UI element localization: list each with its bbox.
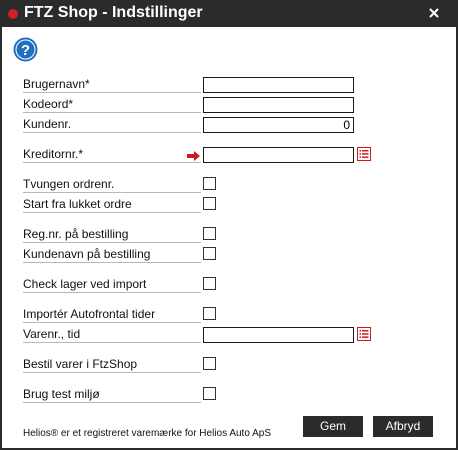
customer-no-label: Kundenr. — [23, 117, 201, 133]
item-time-field[interactable] — [203, 327, 354, 343]
check-stock-checkbox[interactable] — [203, 277, 216, 290]
order-ftzshop-checkbox[interactable] — [203, 357, 216, 370]
list-icon[interactable] — [357, 327, 371, 341]
save-button[interactable]: Gem — [303, 416, 363, 437]
list-icon[interactable] — [357, 147, 371, 161]
window-title: FTZ Shop - Indstillinger — [24, 4, 203, 21]
import-autofrontal-checkbox[interactable] — [203, 307, 216, 320]
help-icon[interactable]: ? — [13, 37, 38, 62]
customer-name-label: Kundenavn på bestilling — [23, 247, 201, 263]
start-closed-label: Start fra lukket ordre — [23, 197, 201, 213]
test-env-checkbox[interactable] — [203, 387, 216, 400]
password-field[interactable] — [203, 97, 354, 113]
reg-no-checkbox[interactable] — [203, 227, 216, 240]
customer-name-checkbox[interactable] — [203, 247, 216, 260]
username-field[interactable] — [203, 77, 354, 93]
trademark-text: Helios® er et registreret varemærke for … — [23, 428, 272, 439]
close-icon[interactable] — [424, 3, 444, 23]
start-closed-checkbox[interactable] — [203, 197, 216, 210]
forced-order-label: Tvungen ordrenr. — [23, 177, 201, 193]
customer-no-field[interactable] — [203, 117, 354, 133]
creditor-no-field[interactable] — [203, 147, 354, 163]
username-label: Brugernavn* — [23, 77, 201, 93]
forced-order-checkbox[interactable] — [203, 177, 216, 190]
item-time-label: Varenr., tid — [23, 327, 201, 343]
title-bar: FTZ Shop - Indstillinger — [0, 0, 458, 27]
app-status-dot — [8, 9, 18, 19]
cancel-button[interactable]: Afbryd — [373, 416, 433, 437]
password-label: Kodeord* — [23, 97, 201, 113]
check-stock-label: Check lager ved import — [23, 277, 201, 293]
arrow-right-icon — [187, 150, 201, 161]
svg-text:?: ? — [21, 42, 30, 59]
reg-no-label: Reg.nr. på bestilling — [23, 227, 201, 243]
import-autofrontal-label: Importér Autofrontal tider — [23, 307, 201, 323]
test-env-label: Brug test miljø — [23, 387, 201, 403]
order-ftzshop-label: Bestil varer i FtzShop — [23, 357, 201, 373]
creditor-no-label: Kreditornr.* — [23, 147, 201, 163]
